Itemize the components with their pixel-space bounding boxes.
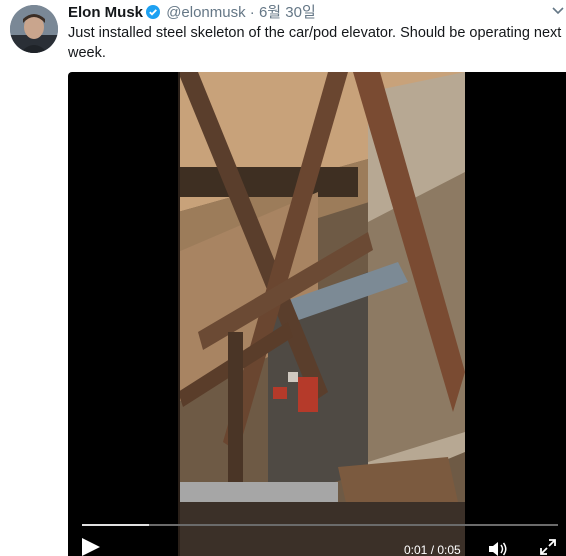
video-progress-bar[interactable] [82,524,558,526]
video-progress-fill [82,524,149,526]
video-frame [178,72,465,556]
verified-badge-icon [146,5,161,24]
video-player[interactable]: 0:01 / 0:05 [68,72,566,556]
volume-icon[interactable] [488,540,512,556]
tweet-text: Just installed steel skeleton of the car… [68,25,562,61]
separator-dot: · [249,4,255,21]
author-name[interactable]: Elon Musk [68,4,143,21]
chevron-down-icon[interactable] [552,4,564,18]
avatar[interactable] [10,5,58,53]
play-icon[interactable] [80,538,102,556]
author-handle[interactable]: @elonmusk [166,4,245,21]
tweet-date[interactable]: 6월 30일 [259,4,316,21]
video-time: 0:01 / 0:05 [404,543,461,556]
fullscreen-icon[interactable] [539,538,557,556]
tweet-header: Elon Musk @elonmusk · 6월 30일 [68,4,316,24]
